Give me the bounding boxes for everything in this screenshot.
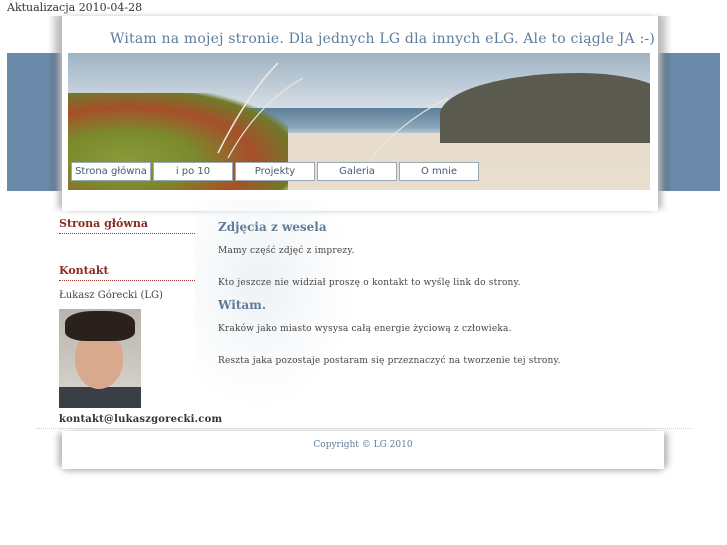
header-shadow-left — [48, 16, 62, 191]
nav-home[interactable]: Strona główna — [71, 162, 151, 181]
footer-divider — [36, 428, 692, 429]
post-paragraph: Kraków jako miasto wysysa całą energie ż… — [218, 324, 512, 334]
nav-about-me[interactable]: O mnie — [399, 162, 479, 181]
last-update-stamp: Aktualizacja 2010-04-28 — [7, 1, 143, 14]
nav-gallery[interactable]: Galeria — [317, 162, 397, 181]
main-content: Zdjęcia z wesela Mamy część zdjęć z impr… — [218, 220, 678, 366]
post-paragraph: Reszta jaka pozostaje postaram się przez… — [218, 356, 561, 366]
footer: Copyright © LG 2010 — [62, 431, 664, 469]
sidebar-home-link[interactable]: Strona główna — [59, 217, 195, 234]
header-shadow-right — [658, 16, 672, 191]
contact-email[interactable]: kontakt@lukaszgorecki.com — [59, 414, 222, 425]
contact-name: Łukasz Górecki (LG) — [59, 290, 163, 301]
nav-projects[interactable]: Projekty — [235, 162, 315, 181]
welcome-text: Witam na mojej stronie. Dla jednych LG d… — [110, 31, 655, 47]
post-paragraph: Kto jeszcze nie widział proszę o kontakt… — [218, 278, 521, 288]
copyright-text: Copyright © LG 2010 — [313, 440, 413, 450]
nav-i-po-10[interactable]: i po 10 — [153, 162, 233, 181]
avatar — [59, 309, 141, 408]
avatar-hair — [65, 311, 135, 341]
sidebar: Strona główna Kontakt Łukasz Górecki (LG… — [59, 217, 222, 425]
post-title: Witam. — [218, 298, 267, 312]
sidebar-contact-heading: Kontakt — [59, 264, 195, 281]
avatar-shirt — [59, 387, 141, 408]
post-title: Zdjęcia z wesela — [218, 220, 327, 234]
post-paragraph: Mamy część zdjęć z imprezy. — [218, 246, 355, 256]
